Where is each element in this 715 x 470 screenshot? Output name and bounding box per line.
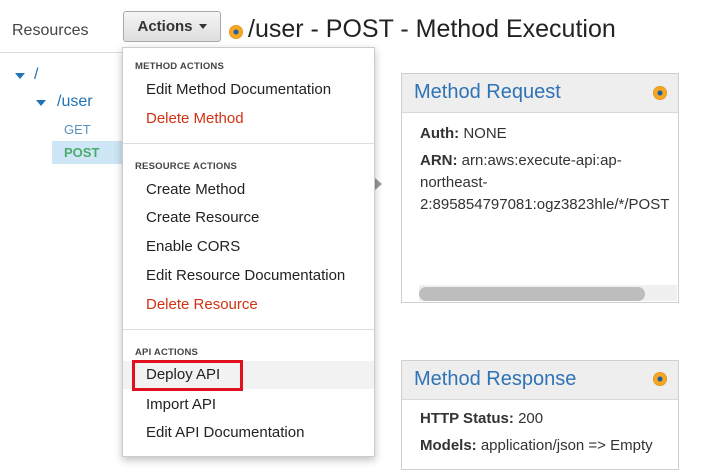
auth-label: Auth:	[420, 125, 460, 142]
menu-divider	[123, 329, 374, 330]
menu-item-delete-method[interactable]: Delete Method	[123, 105, 374, 133]
auth-value: NONE	[463, 125, 507, 142]
chevron-down-icon	[198, 24, 207, 29]
sidebar-divider	[0, 52, 125, 53]
arn-line: ARN: arn:aws:execute-api:ap-	[420, 150, 622, 172]
menu-item-import-api[interactable]: Import API	[123, 391, 374, 419]
menu-section-api-actions: API ACTIONS	[135, 347, 199, 358]
tree-item-user[interactable]: /user	[57, 93, 93, 111]
arn-value-part2: northeast-	[420, 174, 488, 191]
expand-caret-icon[interactable]	[36, 100, 46, 106]
models-label: Models:	[420, 437, 477, 454]
resources-heading: Resources	[12, 22, 89, 39]
status-dot-icon	[229, 25, 243, 39]
page-title: /user - POST - Method Execution	[248, 15, 616, 43]
actions-menu: METHOD ACTIONS Edit Method Documentation…	[122, 47, 375, 457]
menu-divider	[123, 143, 374, 144]
menu-item-delete-resource[interactable]: Delete Resource	[123, 291, 374, 319]
tree-item-root[interactable]: /	[34, 66, 38, 84]
method-response-card: Method Response HTTP Status: 200 Models:…	[401, 360, 679, 470]
status-dot-icon	[653, 86, 667, 100]
menu-item-edit-resource-documentation[interactable]: Edit Resource Documentation	[123, 262, 374, 290]
actions-button-label: Actions	[137, 18, 193, 35]
menu-item-enable-cors[interactable]: Enable CORS	[123, 233, 374, 261]
arn-value-part3: 2:895854797081:ogz3823hle/*/POST	[420, 196, 670, 213]
method-response-title[interactable]: Method Response	[414, 368, 576, 391]
status-dot-icon	[653, 372, 667, 386]
tree-method-get[interactable]: GET	[64, 122, 91, 137]
menu-item-create-method[interactable]: Create Method	[123, 176, 374, 204]
menu-section-method-actions: METHOD ACTIONS	[135, 61, 225, 72]
http-status-label: HTTP Status:	[420, 410, 514, 427]
http-status-line: HTTP Status: 200	[420, 408, 543, 430]
horizontal-scrollbar[interactable]	[419, 285, 677, 301]
scrollbar-thumb[interactable]	[419, 287, 645, 301]
http-status-value: 200	[518, 410, 544, 427]
expand-caret-icon[interactable]	[15, 73, 25, 79]
menu-section-resource-actions: RESOURCE ACTIONS	[135, 161, 238, 172]
method-response-header[interactable]: Method Response	[402, 361, 678, 400]
tree-method-post-row[interactable]: POST	[52, 141, 125, 164]
deploy-api-highlight-box	[132, 360, 243, 391]
method-request-title[interactable]: Method Request	[414, 81, 561, 104]
menu-item-edit-method-documentation[interactable]: Edit Method Documentation	[123, 76, 374, 104]
menu-item-edit-api-documentation[interactable]: Edit API Documentation	[123, 419, 374, 447]
models-line: Models: application/json => Empty	[420, 435, 653, 457]
models-value: application/json => Empty	[480, 437, 653, 454]
chevron-right-icon	[375, 178, 382, 190]
auth-line: Auth: NONE	[420, 123, 507, 145]
arn-value-part1: arn:aws:execute-api:ap-	[461, 152, 622, 169]
method-request-header[interactable]: Method Request	[402, 74, 678, 113]
method-request-card: Method Request Auth: NONE ARN: arn:aws:e…	[401, 73, 679, 303]
actions-dropdown-button[interactable]: Actions	[123, 11, 221, 42]
arn-label: ARN:	[420, 152, 458, 169]
menu-item-create-resource[interactable]: Create Resource	[123, 204, 374, 232]
tree-method-post: POST	[64, 145, 100, 160]
